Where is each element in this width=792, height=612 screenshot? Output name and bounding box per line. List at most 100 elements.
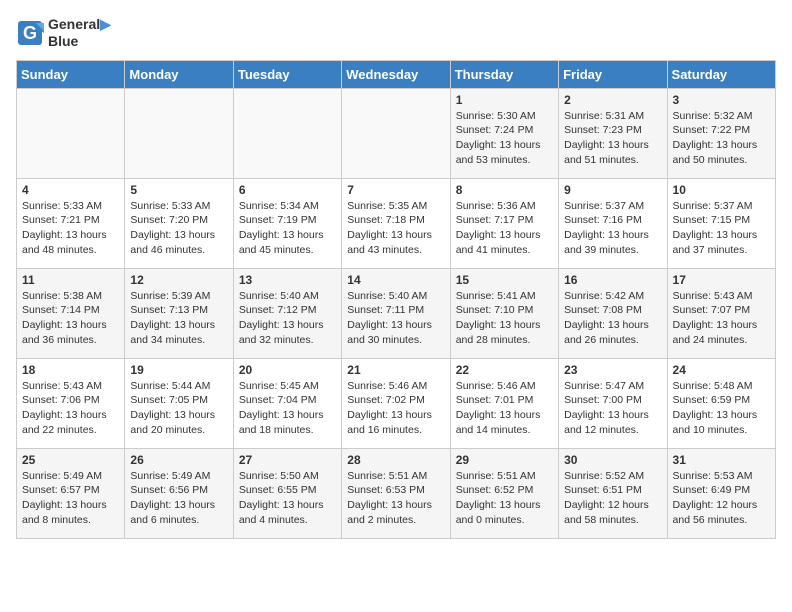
calendar-cell: 27Sunrise: 5:50 AMSunset: 6:55 PMDayligh… [233, 448, 341, 538]
calendar-cell: 7Sunrise: 5:35 AMSunset: 7:18 PMDaylight… [342, 178, 450, 268]
cell-info-line: Daylight: 13 hours [564, 408, 661, 423]
calendar-cell: 25Sunrise: 5:49 AMSunset: 6:57 PMDayligh… [17, 448, 125, 538]
day-number: 31 [673, 453, 770, 467]
day-number: 19 [130, 363, 227, 377]
day-number: 9 [564, 183, 661, 197]
cell-info-line: Sunset: 7:06 PM [22, 393, 119, 408]
calendar-cell [17, 88, 125, 178]
day-number: 12 [130, 273, 227, 287]
day-number: 16 [564, 273, 661, 287]
cell-info-line: Sunset: 6:49 PM [673, 483, 770, 498]
cell-info-line: and 16 minutes. [347, 423, 444, 438]
cell-info-line: and 4 minutes. [239, 513, 336, 528]
day-number: 4 [22, 183, 119, 197]
day-header-friday: Friday [559, 60, 667, 88]
logo: G General▶ Blue [16, 16, 111, 50]
cell-info-line: Sunrise: 5:36 AM [456, 199, 553, 214]
cell-info-line: Daylight: 13 hours [130, 228, 227, 243]
calendar-cell: 1Sunrise: 5:30 AMSunset: 7:24 PMDaylight… [450, 88, 558, 178]
calendar-week-row: 25Sunrise: 5:49 AMSunset: 6:57 PMDayligh… [17, 448, 776, 538]
calendar-cell: 6 Sunrise: 5:34 AMSunset: 7:19 PMDaylight… [233, 178, 341, 268]
calendar-cell: 12Sunrise: 5:39 AMSunset: 7:13 PMDayligh… [125, 268, 233, 358]
cell-info-line: Daylight: 13 hours [22, 228, 119, 243]
cell-info-line: Sunrise: 5:42 AM [564, 289, 661, 304]
calendar-header-row: SundayMondayTuesdayWednesdayThursdayFrid… [17, 60, 776, 88]
day-number: 22 [456, 363, 553, 377]
day-number: 6 [239, 183, 336, 197]
cell-info-line: Sunset: 7:21 PM [22, 213, 119, 228]
calendar-week-row: 4Sunrise: 5:33 AMSunset: 7:21 PMDaylight… [17, 178, 776, 268]
cell-info-line: Sunset: 7:10 PM [456, 303, 553, 318]
cell-info-line: and 28 minutes. [456, 333, 553, 348]
cell-info-line: Sunrise: 5:51 AM [347, 469, 444, 484]
cell-info-line: Sunrise: 5:45 AM [239, 379, 336, 394]
calendar-cell: 16Sunrise: 5:42 AMSunset: 7:08 PMDayligh… [559, 268, 667, 358]
cell-info-line: Sunrise: 5:48 AM [673, 379, 770, 394]
day-number: 14 [347, 273, 444, 287]
cell-info-line: Sunset: 7:00 PM [564, 393, 661, 408]
cell-info-line: Daylight: 13 hours [456, 228, 553, 243]
cell-info-line: and 20 minutes. [130, 423, 227, 438]
cell-info-line: Sunset: 6:56 PM [130, 483, 227, 498]
cell-info-line: Daylight: 13 hours [130, 498, 227, 513]
calendar-cell: 28Sunrise: 5:51 AMSunset: 6:53 PMDayligh… [342, 448, 450, 538]
cell-info-line: Daylight: 13 hours [239, 318, 336, 333]
cell-info-line: Sunset: 7:04 PM [239, 393, 336, 408]
cell-info-line: Sunrise: 5:33 AM [22, 199, 119, 214]
calendar-cell: 17Sunrise: 5:43 AMSunset: 7:07 PMDayligh… [667, 268, 775, 358]
cell-info-line: Sunrise: 5:34 AM [239, 199, 336, 214]
cell-info-line: Sunrise: 5:30 AM [456, 109, 553, 124]
cell-info-line: Sunrise: 5:50 AM [239, 469, 336, 484]
calendar-week-row: 1Sunrise: 5:30 AMSunset: 7:24 PMDaylight… [17, 88, 776, 178]
day-header-sunday: Sunday [17, 60, 125, 88]
calendar-cell: 2Sunrise: 5:31 AMSunset: 7:23 PMDaylight… [559, 88, 667, 178]
cell-info-line: Daylight: 13 hours [22, 498, 119, 513]
svg-text:G: G [23, 23, 37, 43]
day-number: 3 [673, 93, 770, 107]
cell-info-line: Daylight: 13 hours [456, 318, 553, 333]
cell-info-line: Sunset: 7:23 PM [564, 123, 661, 138]
cell-info-line: Daylight: 13 hours [239, 228, 336, 243]
cell-info-line: Sunrise: 5:41 AM [456, 289, 553, 304]
cell-info-line: Sunset: 6:57 PM [22, 483, 119, 498]
day-number: 15 [456, 273, 553, 287]
cell-info-line: Sunset: 7:19 PM [239, 213, 336, 228]
cell-info-line: Sunset: 7:08 PM [564, 303, 661, 318]
cell-info-line: Daylight: 13 hours [239, 498, 336, 513]
cell-info-line: and 10 minutes. [673, 423, 770, 438]
calendar-cell: 19Sunrise: 5:44 AMSunset: 7:05 PMDayligh… [125, 358, 233, 448]
cell-info-line: and 26 minutes. [564, 333, 661, 348]
logo-icon: G [16, 19, 44, 47]
calendar-cell: 11Sunrise: 5:38 AMSunset: 7:14 PMDayligh… [17, 268, 125, 358]
cell-info-line: and 36 minutes. [22, 333, 119, 348]
cell-info-line: and 46 minutes. [130, 243, 227, 258]
cell-info-line: and 18 minutes. [239, 423, 336, 438]
cell-info-line: Daylight: 13 hours [456, 138, 553, 153]
cell-info-line: Daylight: 12 hours [673, 498, 770, 513]
day-number: 5 [130, 183, 227, 197]
cell-info-line: Sunset: 7:14 PM [22, 303, 119, 318]
cell-info-line: and 2 minutes. [347, 513, 444, 528]
calendar-cell: 21Sunrise: 5:46 AMSunset: 7:02 PMDayligh… [342, 358, 450, 448]
calendar-week-row: 18Sunrise: 5:43 AMSunset: 7:06 PMDayligh… [17, 358, 776, 448]
cell-info-line: Sunset: 7:13 PM [130, 303, 227, 318]
cell-info-line: and 45 minutes. [239, 243, 336, 258]
cell-info-line: and 6 minutes. [130, 513, 227, 528]
cell-info-line: and 0 minutes. [456, 513, 553, 528]
cell-info-line: Sunset: 7:17 PM [456, 213, 553, 228]
cell-info-line: Sunrise: 5:40 AM [239, 289, 336, 304]
cell-info-line: Sunrise: 5:40 AM [347, 289, 444, 304]
calendar-cell: 23Sunrise: 5:47 AMSunset: 7:00 PMDayligh… [559, 358, 667, 448]
cell-info-line: Daylight: 13 hours [22, 318, 119, 333]
calendar-cell: 13Sunrise: 5:40 AMSunset: 7:12 PMDayligh… [233, 268, 341, 358]
day-number: 8 [456, 183, 553, 197]
day-number: 1 [456, 93, 553, 107]
cell-info-line: Daylight: 13 hours [564, 228, 661, 243]
cell-info-line: Sunrise: 5:43 AM [22, 379, 119, 394]
cell-info-line: and 30 minutes. [347, 333, 444, 348]
cell-info-line: and 51 minutes. [564, 153, 661, 168]
cell-info-line: Sunset: 6:52 PM [456, 483, 553, 498]
day-number: 11 [22, 273, 119, 287]
day-number: 2 [564, 93, 661, 107]
cell-info-line: Sunset: 6:51 PM [564, 483, 661, 498]
